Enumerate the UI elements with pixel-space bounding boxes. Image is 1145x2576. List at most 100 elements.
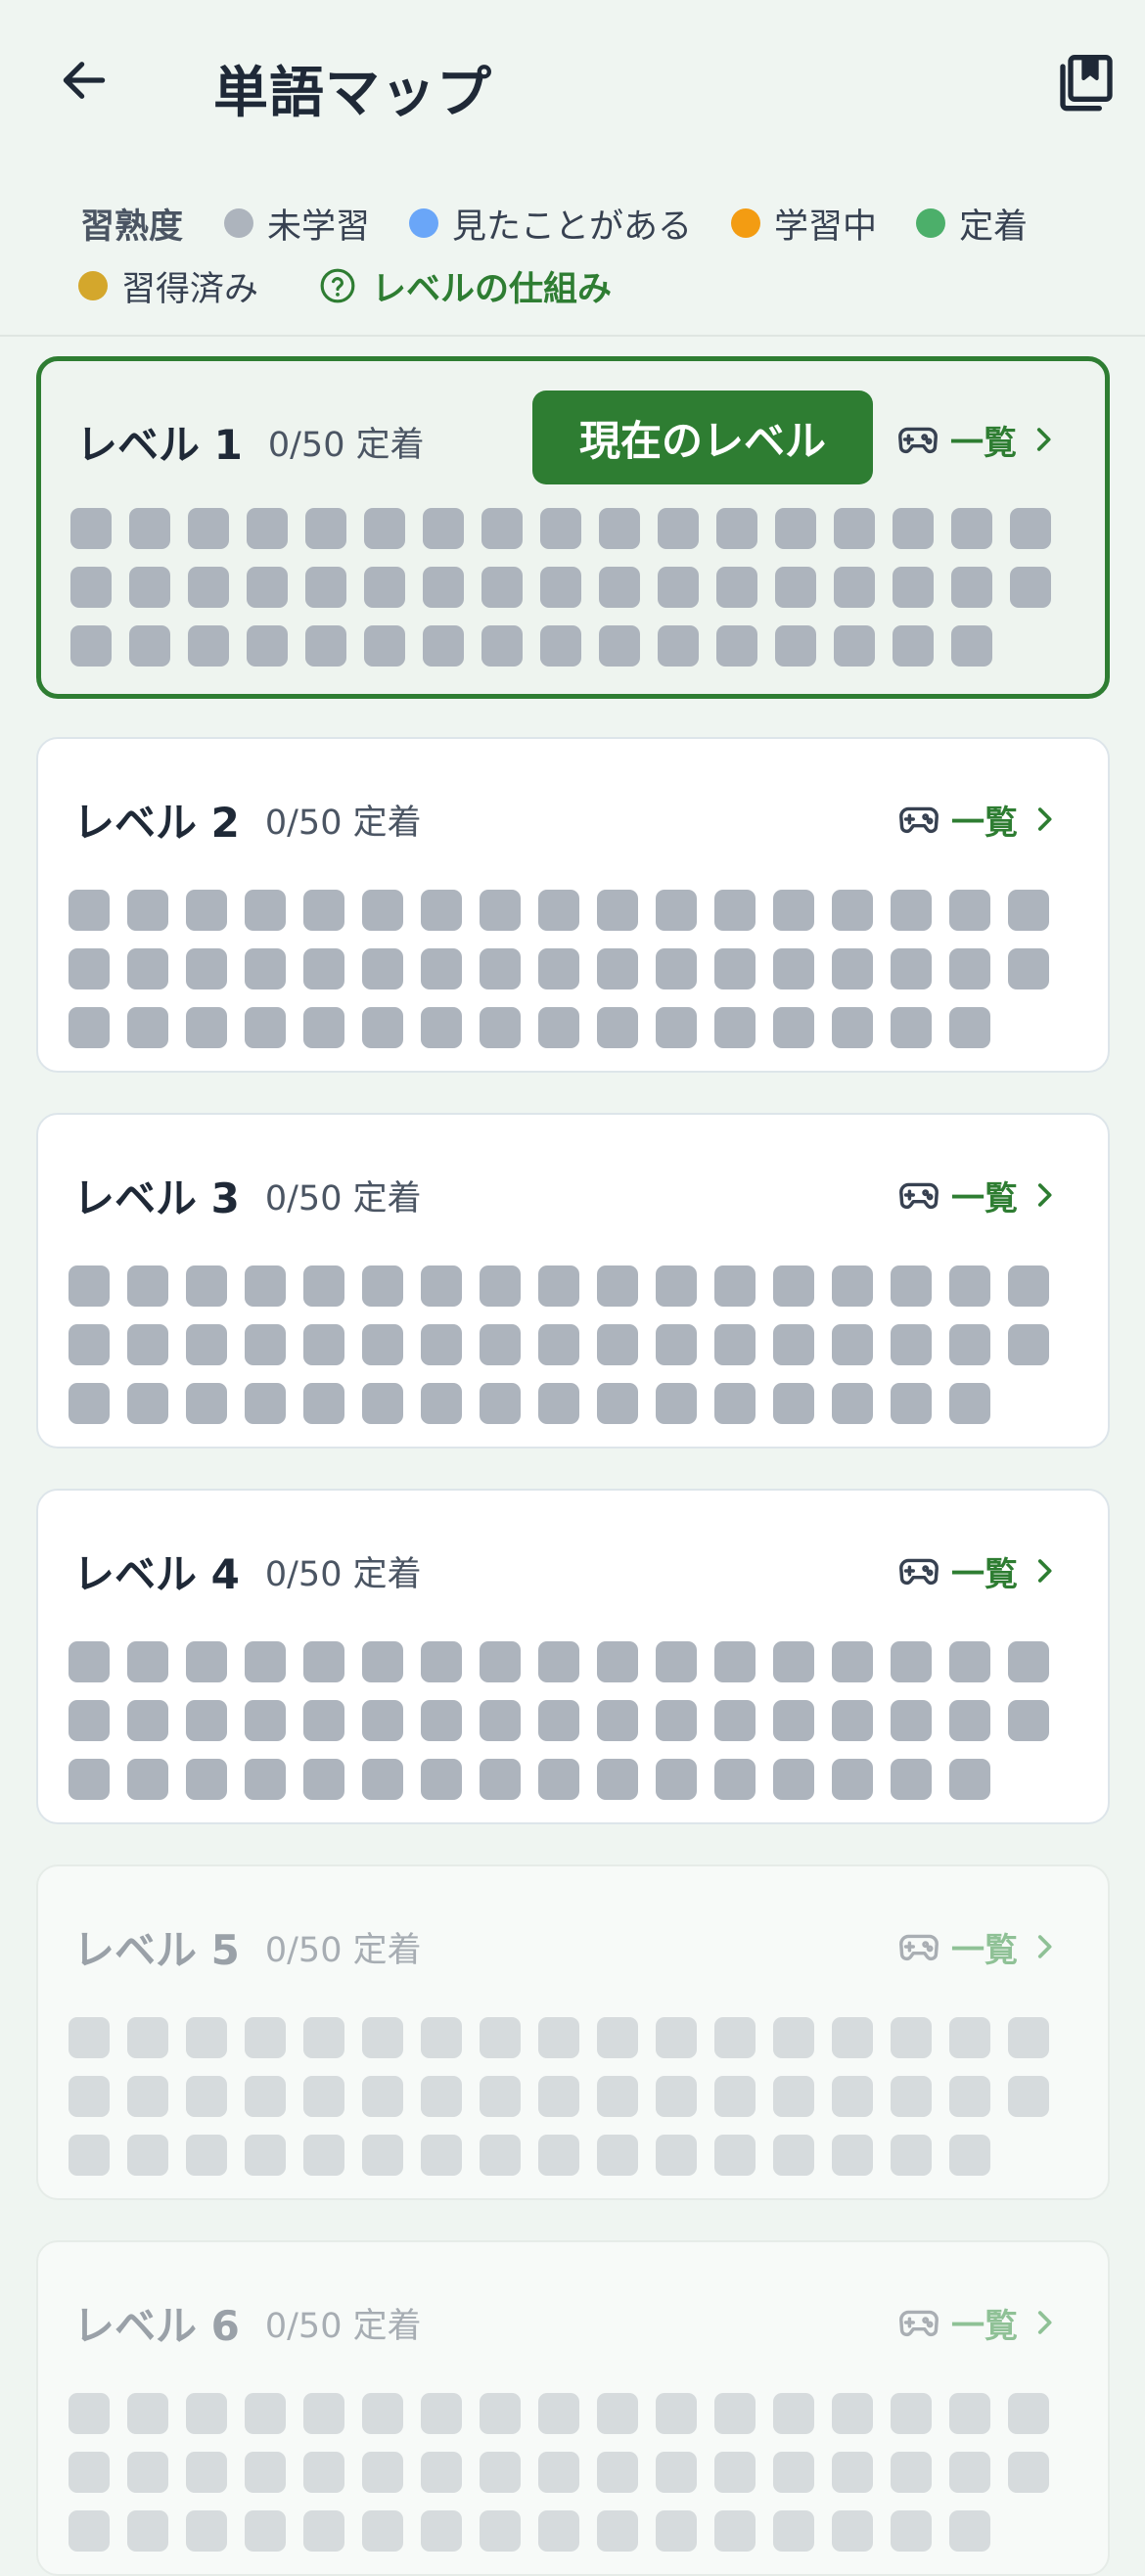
word-cell[interactable] (186, 1007, 227, 1048)
word-cell[interactable] (773, 2017, 814, 2058)
word-cell[interactable] (69, 2076, 110, 2117)
word-cell[interactable] (773, 1759, 814, 1800)
word-cell[interactable] (127, 2017, 168, 2058)
word-cell[interactable] (186, 1383, 227, 1424)
word-cell[interactable] (362, 1641, 403, 1682)
word-cell[interactable] (69, 1007, 110, 1048)
word-cell[interactable] (362, 1265, 403, 1307)
word-cell[interactable] (891, 2393, 932, 2434)
word-cell[interactable] (481, 508, 523, 549)
word-cell[interactable] (714, 2135, 756, 2176)
word-cell[interactable] (599, 567, 640, 608)
word-cell[interactable] (949, 2393, 990, 2434)
word-cell[interactable] (245, 2076, 286, 2117)
word-cell[interactable] (773, 1265, 814, 1307)
word-cell[interactable] (832, 2510, 873, 2552)
word-cell[interactable] (714, 2017, 756, 2058)
word-cell[interactable] (714, 1641, 756, 1682)
word-cell[interactable] (69, 1759, 110, 1800)
word-cell[interactable] (303, 2393, 344, 2434)
word-cell[interactable] (186, 1641, 227, 1682)
word-cell[interactable] (421, 2135, 462, 2176)
word-cell[interactable] (714, 2393, 756, 2434)
word-cell[interactable] (362, 1759, 403, 1800)
word-cell[interactable] (538, 948, 579, 989)
word-cell[interactable] (480, 948, 521, 989)
word-cell[interactable] (891, 1007, 932, 1048)
word-cell[interactable] (716, 625, 757, 667)
word-cell[interactable] (538, 2017, 579, 2058)
word-cell[interactable] (421, 2017, 462, 2058)
word-cell[interactable] (1008, 890, 1049, 931)
word-cell[interactable] (773, 1007, 814, 1048)
word-cell[interactable] (656, 1700, 697, 1741)
word-cell[interactable] (538, 1759, 579, 1800)
word-cell[interactable] (538, 1700, 579, 1741)
word-cell[interactable] (362, 1007, 403, 1048)
word-cell[interactable] (245, 1700, 286, 1741)
word-cell[interactable] (245, 948, 286, 989)
word-cell[interactable] (69, 1383, 110, 1424)
word-cell[interactable] (421, 1383, 462, 1424)
word-cell[interactable] (597, 890, 638, 931)
word-list-link[interactable]: 一覧 (896, 1166, 1061, 1224)
word-cell[interactable] (245, 2510, 286, 2552)
word-cell[interactable] (362, 2393, 403, 2434)
word-cell[interactable] (597, 1759, 638, 1800)
word-cell[interactable] (186, 2452, 227, 2493)
word-cell[interactable] (480, 1324, 521, 1365)
word-cell[interactable] (951, 508, 992, 549)
word-cell[interactable] (834, 567, 875, 608)
word-cell[interactable] (949, 1759, 990, 1800)
word-cell[interactable] (1008, 1265, 1049, 1307)
word-cell[interactable] (421, 2076, 462, 2117)
word-cell[interactable] (832, 1641, 873, 1682)
word-cell[interactable] (714, 1759, 756, 1800)
word-cell[interactable] (481, 625, 523, 667)
word-cell[interactable] (891, 1641, 932, 1682)
word-cell[interactable] (538, 2135, 579, 2176)
word-cell[interactable] (362, 2452, 403, 2493)
word-cell[interactable] (714, 1383, 756, 1424)
word-cell[interactable] (949, 1265, 990, 1307)
word-cell[interactable] (303, 890, 344, 931)
level-card-4[interactable]: レベル 4 0/50 定着 一覧 (36, 1489, 1110, 1824)
word-cell[interactable] (1010, 508, 1051, 549)
level-card-5[interactable]: レベル 5 0/50 定着 一覧 (36, 1864, 1110, 2200)
word-cell[interactable] (951, 567, 992, 608)
word-cell[interactable] (247, 567, 288, 608)
word-cell[interactable] (421, 1265, 462, 1307)
word-cell[interactable] (538, 2510, 579, 2552)
word-cell[interactable] (832, 1324, 873, 1365)
word-cell[interactable] (656, 2017, 697, 2058)
word-cell[interactable] (773, 890, 814, 931)
word-cell[interactable] (305, 508, 346, 549)
word-cell[interactable] (656, 1007, 697, 1048)
word-cell[interactable] (658, 508, 699, 549)
word-cell[interactable] (186, 890, 227, 931)
word-cell[interactable] (597, 2510, 638, 2552)
word-cell[interactable] (127, 1007, 168, 1048)
word-cell[interactable] (69, 890, 110, 931)
word-cell[interactable] (893, 508, 934, 549)
word-cell[interactable] (303, 2452, 344, 2493)
word-cell[interactable] (127, 948, 168, 989)
word-cell[interactable] (832, 2452, 873, 2493)
word-cell[interactable] (303, 1641, 344, 1682)
word-cell[interactable] (773, 1383, 814, 1424)
word-cell[interactable] (597, 1700, 638, 1741)
word-cell[interactable] (127, 2452, 168, 2493)
word-cell[interactable] (481, 567, 523, 608)
word-cell[interactable] (69, 2452, 110, 2493)
word-cell[interactable] (421, 2510, 462, 2552)
word-list-link[interactable]: 一覧 (895, 410, 1060, 469)
word-cell[interactable] (127, 1265, 168, 1307)
word-cell[interactable] (303, 2076, 344, 2117)
word-cell[interactable] (245, 1383, 286, 1424)
word-cell[interactable] (891, 1265, 932, 1307)
word-cell[interactable] (69, 2393, 110, 2434)
word-cell[interactable] (362, 2510, 403, 2552)
word-cell[interactable] (656, 1265, 697, 1307)
word-cell[interactable] (656, 1759, 697, 1800)
word-cell[interactable] (480, 1759, 521, 1800)
